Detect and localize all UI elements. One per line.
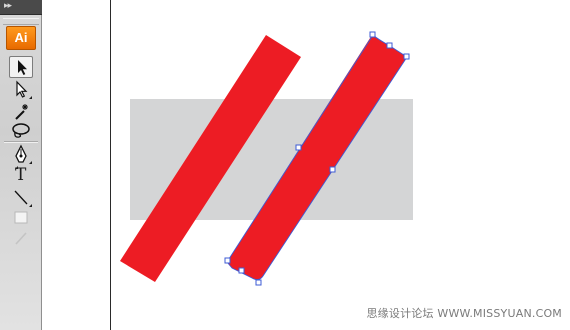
anchor-point[interactable] <box>255 279 262 286</box>
anchor-point[interactable] <box>386 42 393 49</box>
artwork-canvas[interactable] <box>0 0 570 330</box>
anchor-point[interactable] <box>295 144 302 151</box>
anchor-point[interactable] <box>238 267 245 274</box>
anchor-point[interactable] <box>403 53 410 60</box>
illustrator-workspace: ▸▸ Ai T 思缘设计论坛 WWW.MISSYUAN.COM <box>0 0 570 330</box>
anchor-point[interactable] <box>369 31 376 38</box>
site-watermark: 思缘设计论坛 WWW.MISSYUAN.COM <box>366 307 562 320</box>
anchor-point[interactable] <box>224 257 231 264</box>
anchor-point[interactable] <box>329 166 336 173</box>
